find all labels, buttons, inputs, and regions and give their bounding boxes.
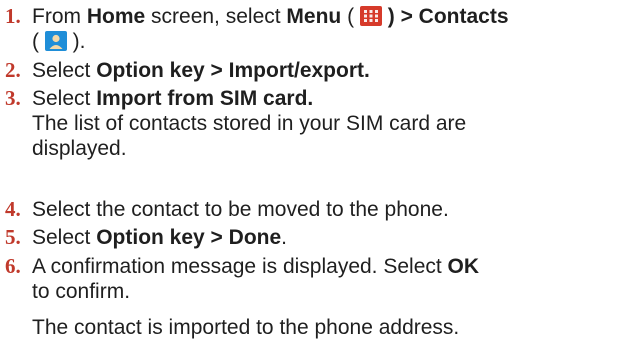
contacts-label: ) > Contacts [381,5,509,28]
menu-grid-icon [359,6,382,26]
import-sim-label: Import from SIM card. [96,87,314,110]
footer-note: The contact is imported to the phone add… [32,316,460,339]
step-number: 1. [5,4,21,28]
step-number: 6. [5,254,21,278]
step-text: A confirmation message is displayed. Sel… [32,255,480,303]
instruction-document: 1. From Home screen, select Menu ( ) > C… [0,0,635,350]
menu-label: Menu [286,5,342,28]
step-text: Select the contact to be moved to the ph… [32,198,449,221]
step-text: Select Import from SIM card. The list of… [32,86,632,161]
contacts-person-icon [44,31,67,51]
step-number: 4. [5,197,21,221]
step-text: Select Option key > Done. [32,226,287,249]
step-detail: The list of contacts stored in your SIM … [32,112,467,160]
step-number: 3. [5,86,21,110]
done-label: Option key > Done [96,226,282,249]
step-text: From Home screen, select Menu ( ) > Cont… [32,5,509,53]
ok-label: OK [447,255,480,278]
step-text: Select Option key > Import/export. [32,59,370,82]
step-number: 2. [5,58,21,82]
option-key-label: Option key > Import/export. [96,59,370,82]
step-number: 5. [5,225,21,249]
home-label: Home [86,5,146,28]
